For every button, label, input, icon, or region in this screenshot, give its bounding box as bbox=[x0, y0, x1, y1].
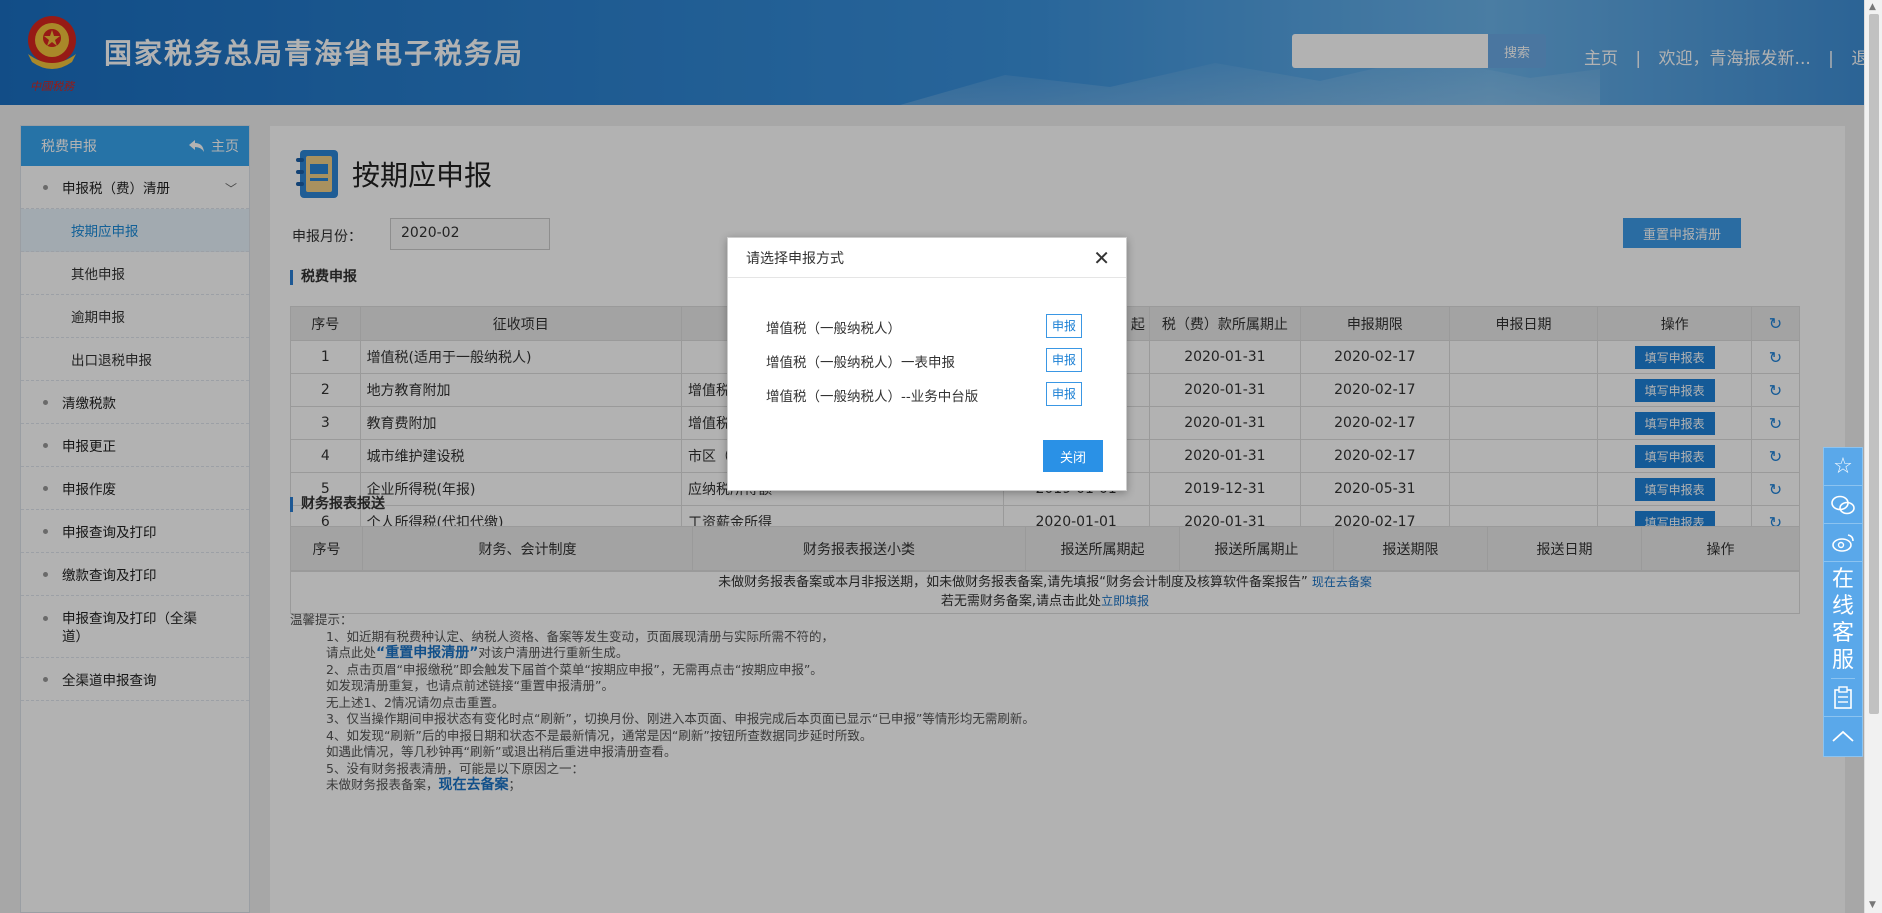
online-service-text[interactable]: 在线客服 bbox=[1831, 562, 1855, 679]
scroll-down-arrow-icon[interactable]: ▼ bbox=[1869, 900, 1876, 910]
clipboard-icon[interactable] bbox=[1824, 679, 1862, 717]
scroll-thumb[interactable] bbox=[1869, 14, 1879, 714]
page-scrollbar[interactable]: ▲ ▼ bbox=[1864, 0, 1882, 913]
scroll-up-arrow-icon[interactable]: ▲ bbox=[1869, 2, 1876, 12]
online-service-bar: ☆ 在线客服 bbox=[1823, 447, 1863, 757]
star-icon[interactable]: ☆ bbox=[1824, 448, 1862, 486]
modal-option-label: 增值税（一般纳税人） bbox=[766, 321, 901, 337]
wechat-icon[interactable] bbox=[1824, 486, 1862, 524]
modal-close-button[interactable]: 关闭 bbox=[1043, 440, 1103, 472]
filing-option-button[interactable]: 申报 bbox=[1046, 314, 1082, 338]
chevron-up-icon[interactable] bbox=[1824, 717, 1862, 755]
filing-option-button[interactable]: 申报 bbox=[1046, 382, 1082, 406]
modal-title: 请选择申报方式 bbox=[746, 250, 844, 267]
weibo-icon[interactable] bbox=[1824, 524, 1862, 562]
close-icon[interactable]: ✕ bbox=[1093, 248, 1110, 268]
modal-option-label: 增值税（一般纳税人）一表申报 bbox=[766, 355, 955, 371]
filing-method-modal: 请选择申报方式 ✕ 增值税（一般纳税人） 申报 增值税（一般纳税人）一表申报 申… bbox=[727, 237, 1127, 491]
filing-option-button[interactable]: 申报 bbox=[1046, 348, 1082, 372]
modal-header: 请选择申报方式 ✕ bbox=[728, 238, 1126, 278]
modal-option-label: 增值税（一般纳税人）--业务中台版 bbox=[766, 389, 979, 405]
